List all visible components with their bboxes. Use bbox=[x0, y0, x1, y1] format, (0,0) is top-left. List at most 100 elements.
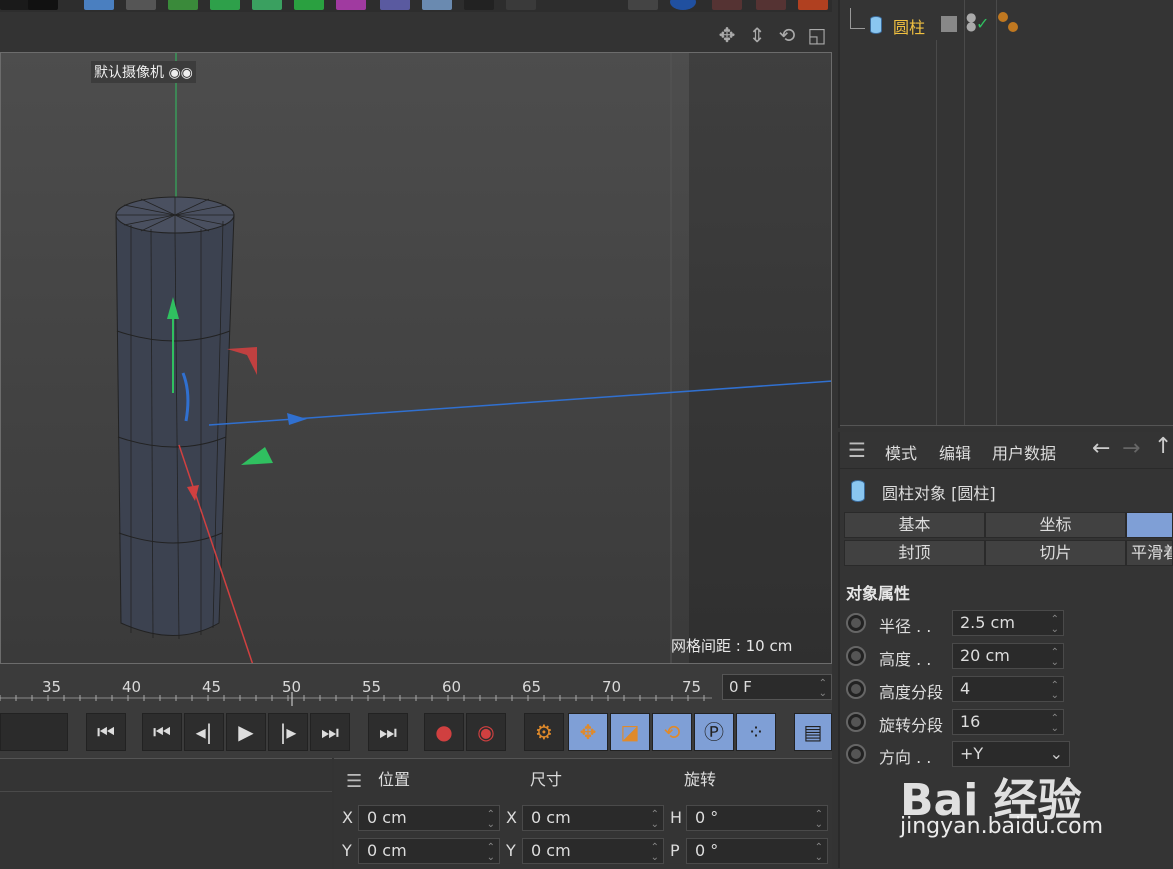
rotate-view-icon[interactable]: ⟲ bbox=[776, 24, 798, 46]
record-button[interactable]: ● bbox=[424, 713, 464, 751]
stepper-icon[interactable]: ⌃ ⌄ bbox=[815, 843, 823, 863]
stepper-icon[interactable]: ⌃ ⌄ bbox=[487, 810, 495, 830]
stepper-icon[interactable]: ⌃ ⌄ bbox=[1051, 714, 1059, 734]
up-arrow-icon[interactable]: ↑ bbox=[1154, 434, 1172, 459]
animate-radio[interactable] bbox=[846, 613, 866, 633]
height-segments-field[interactable]: 4 ⌃ ⌄ bbox=[952, 676, 1064, 702]
render-icon[interactable] bbox=[670, 0, 696, 10]
next-frame-button[interactable]: |▸ bbox=[268, 713, 308, 751]
menu-user-data[interactable]: 用户数据 bbox=[992, 440, 1056, 464]
position-header: 位置 bbox=[378, 770, 411, 789]
chevron-down-icon[interactable]: ⌄ bbox=[1050, 742, 1063, 766]
check-icon[interactable]: ✓ bbox=[976, 14, 989, 33]
object-name[interactable]: 圆柱 bbox=[893, 14, 925, 38]
array-icon[interactable] bbox=[210, 0, 240, 10]
maximize-view-icon[interactable]: ◱ bbox=[806, 24, 828, 46]
tab-basic[interactable]: 基本 bbox=[844, 512, 985, 538]
go-to-end-button[interactable]: ⏭ bbox=[368, 713, 408, 751]
key-pla-button[interactable]: ⁘ bbox=[736, 713, 776, 751]
key-position-button[interactable]: ✥ bbox=[568, 713, 608, 751]
current-frame-field[interactable]: 0 F ⌃ ⌄ bbox=[722, 674, 832, 700]
render-region-icon[interactable] bbox=[628, 0, 658, 10]
pos-x-field[interactable]: 0 cm ⌃ ⌄ bbox=[358, 805, 500, 831]
cube-icon[interactable] bbox=[84, 0, 114, 10]
stepper-icon[interactable]: ⌃ ⌄ bbox=[815, 810, 823, 830]
forward-arrow-icon[interactable]: → bbox=[1122, 436, 1140, 461]
rot-p-field[interactable]: 0 ° ⌃ ⌄ bbox=[686, 838, 828, 864]
deformer-icon[interactable] bbox=[252, 0, 282, 10]
rotation-segments-field[interactable]: 16 ⌃ ⌄ bbox=[952, 709, 1064, 735]
height-field[interactable]: 20 cm ⌃ ⌄ bbox=[952, 643, 1064, 669]
rot-h-field[interactable]: 0 ° ⌃ ⌄ bbox=[686, 805, 828, 831]
grid-spacing-label: 网格间距 : 10 cm bbox=[671, 637, 793, 655]
3d-viewport[interactable]: 默认摄像机 ◉◉ 网格间距 : 10 cm bbox=[0, 52, 832, 664]
render-settings-icon[interactable] bbox=[712, 0, 742, 10]
tab-object[interactable] bbox=[1126, 512, 1173, 538]
main-toolbar bbox=[0, 0, 832, 12]
stepper-icon[interactable]: ⌃ ⌄ bbox=[651, 810, 659, 830]
start-frame-field[interactable] bbox=[0, 713, 68, 751]
hamburger-icon[interactable]: ☰ bbox=[848, 438, 866, 462]
visibility-icon[interactable]: ● ● bbox=[966, 11, 976, 32]
pos-y-field[interactable]: 0 cm ⌃ ⌄ bbox=[358, 838, 500, 864]
camera-icon[interactable] bbox=[464, 0, 494, 10]
menu-edit[interactable]: 编辑 bbox=[939, 440, 971, 464]
hamburger-icon[interactable]: ☰ bbox=[346, 771, 362, 792]
camera-label-text: 默认摄像机 bbox=[94, 65, 164, 81]
watermark-url: jingyan.baidu.com bbox=[900, 814, 1104, 839]
tools-icon[interactable] bbox=[756, 0, 786, 10]
zoom-view-icon[interactable]: ⇕ bbox=[746, 24, 768, 46]
menu-mode[interactable]: 模式 bbox=[885, 440, 917, 464]
stepper-icon[interactable]: ⌃ ⌄ bbox=[487, 843, 495, 863]
stepper-icon[interactable]: ⌃ ⌄ bbox=[651, 843, 659, 863]
prev-key-button[interactable]: ⏮ bbox=[142, 713, 182, 751]
volume-icon[interactable] bbox=[294, 0, 324, 10]
tab-coordinates[interactable]: 坐标 bbox=[985, 512, 1126, 538]
tab-slice[interactable]: 切片 bbox=[985, 540, 1126, 566]
bend-icon[interactable] bbox=[336, 0, 366, 10]
move-view-icon[interactable]: ✥ bbox=[716, 24, 738, 46]
key-rotation-button[interactable]: ⟲ bbox=[652, 713, 692, 751]
play-button[interactable]: ▶ bbox=[226, 713, 266, 751]
animate-radio[interactable] bbox=[846, 712, 866, 732]
tab-smoothing[interactable]: 平滑着 bbox=[1126, 540, 1173, 566]
rotate-icon: ⟲ bbox=[663, 720, 681, 744]
move-icon: ✥ bbox=[579, 720, 597, 744]
autokey-button[interactable]: ◉ bbox=[466, 713, 506, 751]
timeline-ruler[interactable]: 35 40 45 50 55 60 65 70 75 bbox=[0, 664, 832, 706]
light-icon[interactable] bbox=[506, 0, 536, 10]
toolbar-button[interactable] bbox=[0, 0, 30, 10]
animate-radio[interactable] bbox=[846, 679, 866, 699]
key-parameter-button[interactable]: Ⓟ bbox=[694, 713, 734, 751]
tag-icon[interactable] bbox=[1008, 22, 1018, 32]
rotation-segments-label: 旋转分段 bbox=[879, 716, 944, 735]
generator-icon[interactable] bbox=[168, 0, 198, 10]
animate-radio[interactable] bbox=[846, 646, 866, 666]
next-key-button[interactable]: ⏭ bbox=[310, 713, 350, 751]
size-x-label: X bbox=[506, 808, 517, 827]
toolbar-button[interactable] bbox=[28, 0, 58, 10]
stepper-icon[interactable]: ⌃ ⌄ bbox=[1051, 681, 1059, 701]
rot-h-label: H bbox=[670, 808, 683, 827]
tab-caps[interactable]: 封顶 bbox=[844, 540, 985, 566]
stepper-icon[interactable]: ⌃ ⌄ bbox=[1051, 648, 1059, 668]
radius-field[interactable]: 2.5 cm ⌃ ⌄ bbox=[952, 610, 1064, 636]
size-y-field[interactable]: 0 cm ⌃ ⌄ bbox=[522, 838, 664, 864]
go-to-start-button[interactable]: ⏮ bbox=[86, 713, 126, 751]
stepper-icon[interactable]: ⌃ ⌄ bbox=[819, 679, 827, 699]
material-icon[interactable] bbox=[798, 0, 828, 10]
size-x-field[interactable]: 0 cm ⌃ ⌄ bbox=[522, 805, 664, 831]
back-arrow-icon[interactable]: ← bbox=[1092, 436, 1110, 461]
tag-icon[interactable] bbox=[998, 12, 1008, 22]
prev-frame-button[interactable]: ◂| bbox=[184, 713, 224, 751]
keyframe-selection-button[interactable]: ⚙ bbox=[524, 713, 564, 751]
animate-radio[interactable] bbox=[846, 744, 866, 764]
timeline-button[interactable]: ▤ bbox=[794, 713, 832, 751]
floor-icon[interactable] bbox=[422, 0, 452, 10]
spline-icon[interactable] bbox=[126, 0, 156, 10]
key-scale-button[interactable]: ◪ bbox=[610, 713, 650, 751]
stepper-icon[interactable]: ⌃ ⌄ bbox=[1051, 615, 1059, 635]
layer-icon[interactable] bbox=[941, 16, 957, 32]
scene-icon[interactable] bbox=[380, 0, 410, 10]
